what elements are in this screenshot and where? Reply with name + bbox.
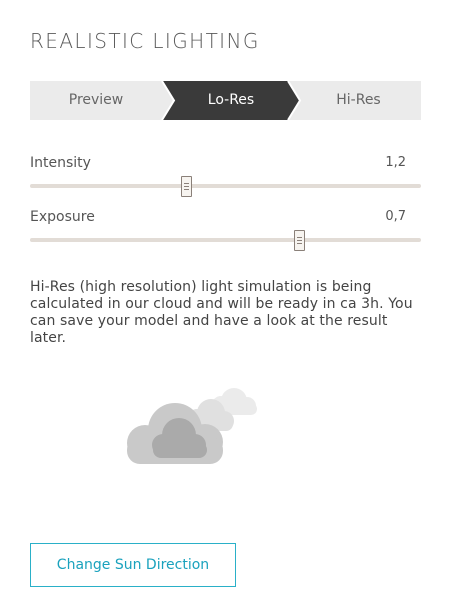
tab-preview[interactable]: Preview (30, 81, 162, 120)
exposure-label: Exposure (30, 209, 95, 225)
intensity-slider-thumb[interactable] (181, 176, 192, 197)
intensity-slider-row: Intensity 1,2 (30, 155, 421, 200)
exposure-slider-row: Exposure 0,7 (30, 209, 421, 254)
tab-hi-res[interactable]: Hi-Res (296, 81, 421, 120)
exposure-slider-thumb[interactable] (294, 230, 305, 251)
change-sun-direction-button[interactable]: Change Sun Direction (30, 543, 236, 587)
intensity-value: 1,2 (385, 155, 406, 170)
hi-res-info-text: Hi-Res (high resolution) light simulatio… (30, 279, 413, 346)
resolution-tabs: Preview Lo-Res Hi-Res (30, 81, 421, 120)
tab-lo-res[interactable]: Lo-Res (168, 81, 294, 120)
page-title: REALISTIC LIGHTING (30, 29, 260, 53)
intensity-slider-track[interactable] (30, 184, 421, 188)
intensity-label: Intensity (30, 155, 91, 171)
exposure-value: 0,7 (385, 209, 406, 224)
cloud-computing-icon (125, 385, 260, 467)
exposure-slider-track[interactable] (30, 238, 421, 242)
